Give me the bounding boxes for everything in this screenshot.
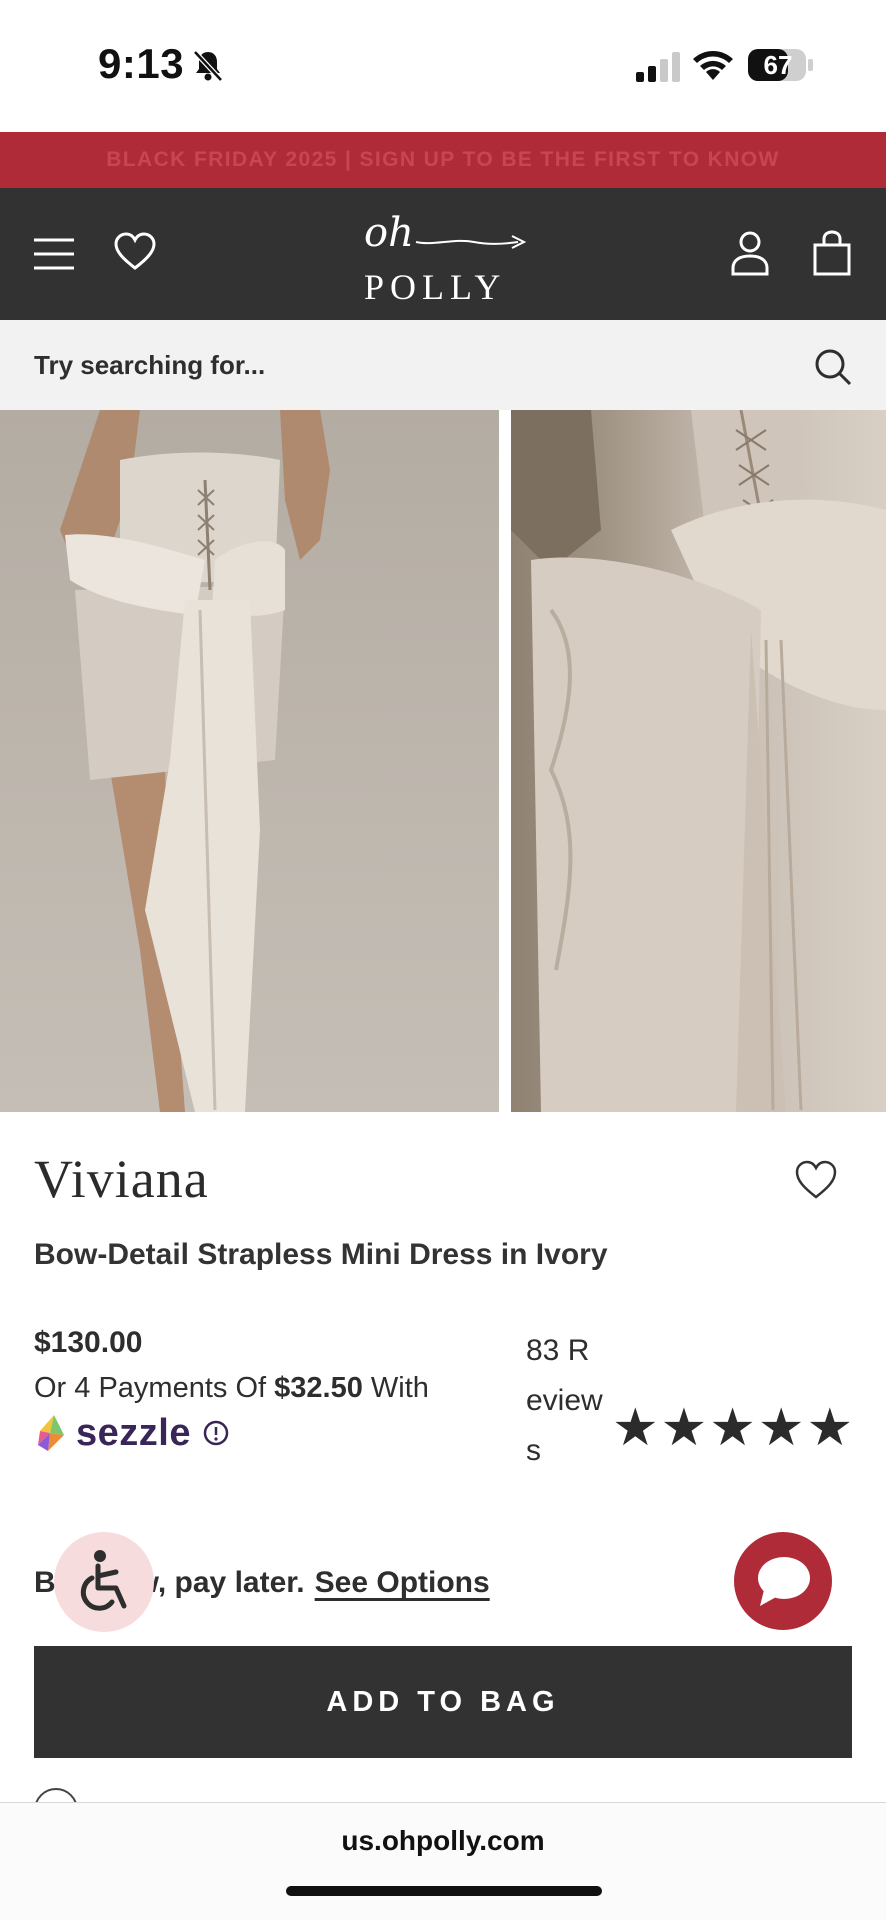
promo-banner[interactable]: BLACK FRIDAY 2025 | SIGN UP TO BE THE FI…	[0, 132, 886, 188]
reviews-count-link[interactable]: 83 Reviews	[526, 1326, 606, 1476]
sezzle-logo-icon	[38, 1415, 64, 1451]
product-name: Bow-Detail Strapless Mini Dress in Ivory	[34, 1238, 608, 1271]
search-icon[interactable]	[814, 348, 852, 386]
site-header: oh POLLY	[0, 188, 886, 320]
oh-polly-logo[interactable]: oh POLLY	[360, 210, 530, 307]
browser-url-bar[interactable]: us.ohpolly.com	[0, 1802, 886, 1920]
sezzle-wordmark: sezzle	[76, 1411, 191, 1454]
account-icon[interactable]	[730, 230, 770, 276]
add-to-bag-button[interactable]: ADD TO BAG	[34, 1646, 852, 1758]
wishlist-heart-icon[interactable]	[114, 232, 156, 272]
status-bar: 9:13 67	[0, 0, 886, 132]
product-image-back-view[interactable]	[0, 410, 499, 1112]
cellular-signal-icon	[636, 52, 680, 82]
search-bar	[0, 320, 886, 410]
product-price: $130.00	[34, 1326, 143, 1359]
installment-prefix: Or 4 Payments Of	[34, 1372, 275, 1404]
rating-stars[interactable]: ★★★★★	[612, 1398, 855, 1458]
wifi-icon	[693, 51, 733, 80]
info-icon[interactable]	[203, 1420, 229, 1446]
battery-level: 67	[763, 50, 793, 80]
dress-back-illustration	[60, 410, 330, 1112]
search-input[interactable]	[34, 344, 794, 386]
home-indicator[interactable]	[286, 1886, 602, 1896]
product-gallery[interactable]	[0, 410, 886, 1112]
logo-script: oh	[364, 210, 414, 256]
installment-info: Or 4 Payments Of $32.50 With	[34, 1372, 429, 1405]
accessibility-button[interactable]	[54, 1532, 154, 1632]
promo-banner-text: BLACK FRIDAY 2025 | SIGN UP TO BE THE FI…	[106, 148, 780, 171]
chat-bubble-icon	[758, 1557, 810, 1606]
logo-wordmark: POLLY	[364, 267, 507, 307]
shopping-bag-icon[interactable]	[812, 230, 852, 276]
sezzle-badge[interactable]: sezzle	[34, 1410, 229, 1456]
status-time: 9:13	[98, 40, 185, 87]
installment-suffix: With	[362, 1372, 429, 1404]
menu-icon[interactable]	[32, 234, 76, 274]
dress-detail-illustration	[511, 410, 886, 1112]
accessibility-icon	[80, 1550, 127, 1611]
product-brand: Viviana	[34, 1149, 209, 1209]
installment-amount: $32.50	[274, 1372, 363, 1404]
bell-muted-icon	[193, 50, 223, 82]
url-text[interactable]: us.ohpolly.com	[0, 1825, 886, 1857]
see-options-link[interactable]: See Options	[315, 1566, 490, 1599]
add-to-wishlist-heart-icon[interactable]	[794, 1160, 838, 1200]
logo-arrow	[415, 235, 526, 249]
chat-button[interactable]	[734, 1532, 832, 1630]
product-image-detail-view[interactable]	[511, 410, 886, 1112]
